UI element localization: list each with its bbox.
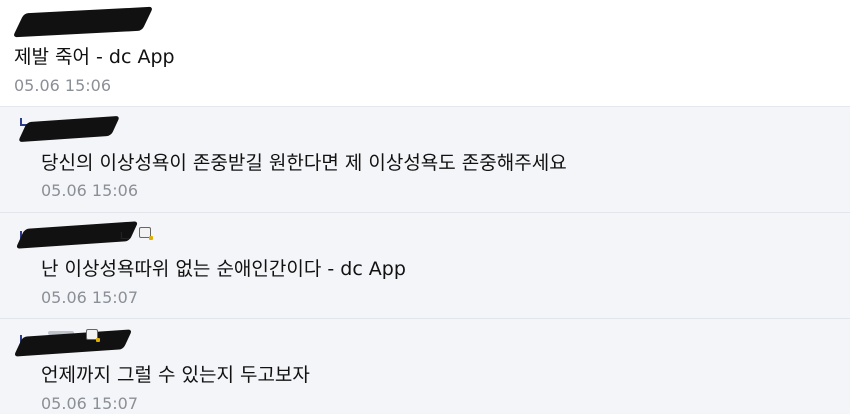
redacted-nickname [17,115,121,143]
gallery-badge-icon [86,329,100,342]
reply-text-wrap: 당신의 이상성욕이 존중받길 원한다면 제 이상성욕도 존중해주세요 [41,151,567,175]
reply-text-wrap: 언제까지 그럴 수 있는지 두고보자 [41,363,310,387]
reply-text: 언제까지 그럴 수 있는지 두고보자 [41,364,310,386]
reply-text-wrap: 난 이상성욕따위 없는 순애인간이다 - dc App [41,257,406,281]
nickname-fragment: ㄴ [118,227,132,245]
reply-time-wrap: 05.06 15:06 [41,181,138,201]
reply-timestamp: 05.06 15:06 [41,181,138,200]
reply-time-wrap: 05.06 15:07 [41,394,138,414]
reply-text: 난 이상성욕따위 없는 순애인간이다 - dc App [41,258,406,280]
comment-time-wrap: 05.06 15:06 [14,76,111,96]
reply-time-wrap: 05.06 15:07 [41,288,138,308]
comment-text: 제발 죽어 - dc App [14,46,175,68]
redacted-nickname [12,6,154,38]
reply-text: 당신의 이상성욕이 존중받길 원한다면 제 이상성욕도 존중해주세요 [41,152,567,174]
comment-timestamp: 05.06 15:06 [14,76,111,95]
reply-timestamp: 05.06 15:07 [41,288,138,307]
comment-thread: ㄴ 제발 죽어 - dc App 05.06 15:06 당신의 이상성욕이 존… [0,0,850,414]
reply-timestamp: 05.06 15:07 [41,394,138,413]
redacted-nickname [13,329,133,357]
comment-text-wrap: 제발 죽어 - dc App [14,45,175,69]
gallery-badge-icon [139,227,153,240]
